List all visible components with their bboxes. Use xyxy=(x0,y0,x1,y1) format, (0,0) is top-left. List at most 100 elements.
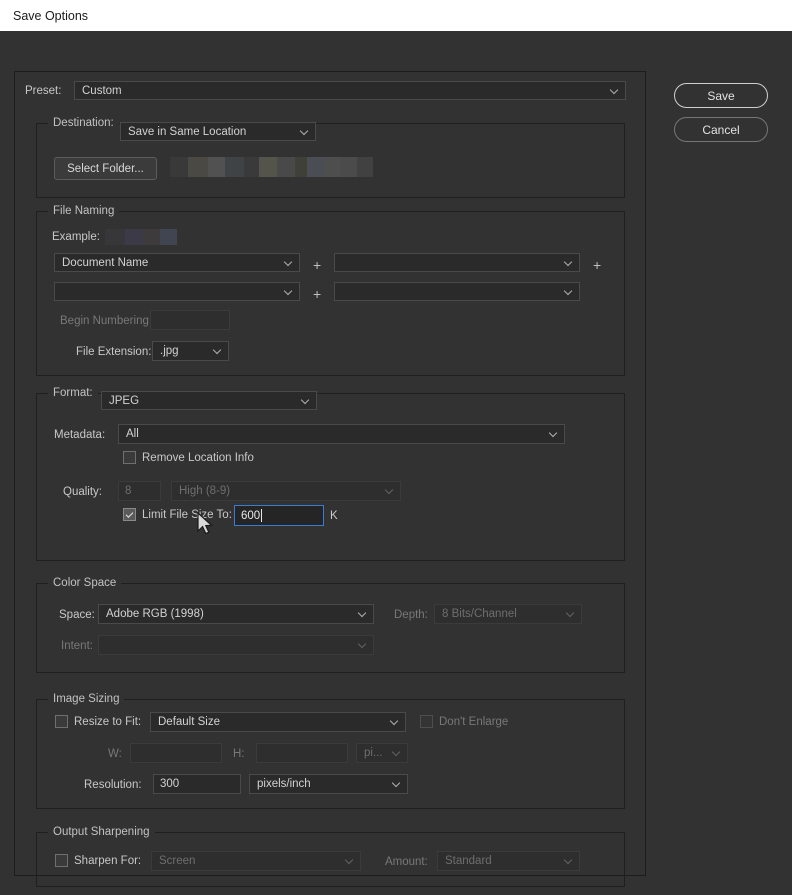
chevron-down-icon xyxy=(392,748,401,757)
example-value-redacted xyxy=(105,229,177,245)
remove-location-info-label: Remove Location Info xyxy=(142,451,254,465)
chevron-down-icon xyxy=(213,346,222,355)
file-extension-value: .jpg xyxy=(160,345,179,357)
resolution-value: 300 xyxy=(160,778,179,790)
destination-label: Destination: xyxy=(48,117,119,129)
chevron-down-icon xyxy=(358,640,367,649)
preset-select[interactable]: Custom xyxy=(74,81,626,100)
width-label: W: xyxy=(108,747,122,761)
metadata-label: Metadata: xyxy=(54,428,105,442)
chevron-down-icon xyxy=(300,127,309,136)
limit-file-size-input[interactable]: 600 xyxy=(234,505,324,526)
chevron-down-icon xyxy=(392,779,401,788)
intent-label: Intent: xyxy=(61,639,93,653)
resize-to-fit-checkbox[interactable] xyxy=(55,715,68,728)
preset-value: Custom xyxy=(82,85,122,97)
text-caret xyxy=(261,509,262,522)
metadata-value: All xyxy=(126,428,139,440)
quality-input[interactable]: 8 xyxy=(118,481,161,501)
chevron-down-icon xyxy=(358,609,367,618)
resolution-units-select[interactable]: pixels/inch xyxy=(249,774,408,794)
format-value: JPEG xyxy=(109,395,139,407)
save-button-label: Save xyxy=(707,89,734,103)
dialog-body: Preset: Custom Destination: Save in Same… xyxy=(0,31,792,895)
resolution-input[interactable]: 300 xyxy=(153,774,241,794)
chevron-down-icon xyxy=(345,856,354,865)
format-label: Format: xyxy=(48,387,98,399)
begin-numbering-input[interactable] xyxy=(150,310,230,330)
amount-label: Amount: xyxy=(385,855,428,869)
file-naming-legend: File Naming xyxy=(48,205,119,217)
amount-select[interactable]: Standard xyxy=(437,851,580,871)
preset-label: Preset: xyxy=(25,84,61,98)
destination-path-redacted xyxy=(170,157,373,177)
file-naming-plus-3[interactable]: + xyxy=(313,288,321,300)
intent-select[interactable] xyxy=(98,635,374,655)
select-folder-label: Select Folder... xyxy=(67,163,144,175)
chevron-down-icon xyxy=(390,717,399,726)
depth-select[interactable]: 8 Bits/Channel xyxy=(434,604,582,624)
quality-value: 8 xyxy=(125,485,131,497)
file-naming-token-2-select[interactable] xyxy=(334,253,580,272)
format-group: Format: xyxy=(36,393,625,561)
sharpen-for-select[interactable]: Screen xyxy=(151,851,361,871)
chevron-down-icon xyxy=(564,856,573,865)
file-naming-plus-1[interactable]: + xyxy=(313,259,321,271)
file-naming-plus-2[interactable]: + xyxy=(593,259,601,271)
window-title: Save Options xyxy=(13,9,88,23)
output-sharpening-legend: Output Sharpening xyxy=(48,826,155,838)
limit-file-size-checkbox[interactable] xyxy=(123,508,136,521)
limit-file-size-unit: K xyxy=(330,509,338,523)
file-naming-token-1-select[interactable]: Document Name xyxy=(54,253,300,272)
dont-enlarge-checkbox[interactable] xyxy=(420,715,433,728)
resize-to-fit-value: Default Size xyxy=(158,716,220,728)
color-space-legend: Color Space xyxy=(48,577,121,589)
sharpen-for-value: Screen xyxy=(159,855,195,867)
depth-value: 8 Bits/Channel xyxy=(442,608,517,620)
cancel-button[interactable]: Cancel xyxy=(674,117,768,142)
sharpen-for-label: Sharpen For: xyxy=(74,854,141,868)
file-naming-token-1-value: Document Name xyxy=(62,257,148,269)
resolution-label: Resolution: xyxy=(84,778,142,792)
resolution-units-value: pixels/inch xyxy=(257,778,311,790)
depth-label: Depth: xyxy=(394,608,428,622)
image-sizing-legend: Image Sizing xyxy=(48,693,124,705)
sharpen-for-checkbox[interactable] xyxy=(55,854,68,867)
format-select[interactable]: JPEG xyxy=(101,391,317,410)
quality-range-select[interactable]: High (8-9) xyxy=(171,481,401,501)
window-titlebar: Save Options xyxy=(0,0,792,31)
file-naming-token-3-select[interactable] xyxy=(54,282,300,301)
quality-label: Quality: xyxy=(63,485,102,499)
chevron-down-icon xyxy=(564,258,573,267)
width-input[interactable] xyxy=(130,743,222,763)
save-button[interactable]: Save xyxy=(674,83,768,108)
file-naming-token-4-select[interactable] xyxy=(334,282,580,301)
example-label: Example: xyxy=(52,230,100,244)
chevron-down-icon xyxy=(610,86,619,95)
size-units-select[interactable]: pi... xyxy=(356,743,408,763)
chevron-down-icon xyxy=(566,609,575,618)
chevron-down-icon xyxy=(549,429,558,438)
height-label: H: xyxy=(233,747,245,761)
dont-enlarge-label: Don't Enlarge xyxy=(439,715,508,729)
chevron-down-icon xyxy=(284,287,293,296)
chevron-down-icon xyxy=(564,287,573,296)
select-folder-button[interactable]: Select Folder... xyxy=(54,157,157,180)
chevron-down-icon xyxy=(385,486,394,495)
destination-value: Save in Same Location xyxy=(128,126,246,138)
metadata-select[interactable]: All xyxy=(118,424,565,444)
destination-select[interactable]: Save in Same Location xyxy=(120,122,316,141)
size-units-value: pi... xyxy=(364,747,383,759)
begin-numbering-label: Begin Numbering: xyxy=(60,314,152,328)
height-input[interactable] xyxy=(256,743,348,763)
chevron-down-icon xyxy=(284,258,293,267)
resize-to-fit-select[interactable]: Default Size xyxy=(150,712,406,732)
space-select[interactable]: Adobe RGB (1998) xyxy=(98,604,374,624)
limit-file-size-label: Limit File Size To: xyxy=(142,508,232,522)
remove-location-info-checkbox[interactable] xyxy=(123,451,136,464)
file-extension-label: File Extension: xyxy=(76,345,151,359)
cancel-button-label: Cancel xyxy=(702,123,739,137)
file-extension-select[interactable]: .jpg xyxy=(152,341,229,361)
resize-to-fit-label: Resize to Fit: xyxy=(74,715,141,729)
space-value: Adobe RGB (1998) xyxy=(106,608,204,620)
